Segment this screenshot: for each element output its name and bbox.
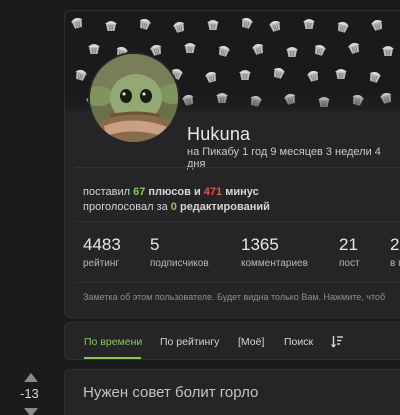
muffin-pattern-icon [273, 67, 286, 79]
minus-count: 471 [203, 186, 223, 198]
downvote-icon[interactable] [24, 404, 38, 415]
muffin-pattern-icon [306, 70, 319, 82]
muffin-pattern-icon [139, 18, 152, 30]
muffin-pattern-icon [184, 43, 196, 53]
muffin-pattern-icon [251, 43, 264, 55]
activity-votes-line: поставил 67 плюсов и 471 минус [83, 185, 270, 200]
divider [75, 282, 400, 283]
stat-label: в го [390, 258, 400, 269]
muffin-pattern-icon [303, 19, 315, 29]
stat-rating[interactable]: 4483 рейтинг [83, 235, 121, 269]
muffin-pattern-icon [335, 69, 347, 79]
muffin-pattern-icon [370, 19, 383, 31]
muffin-pattern-icon [218, 45, 231, 57]
stat-label: пост [339, 258, 360, 269]
muffin-pattern-icon [70, 17, 83, 29]
muffin-pattern-icon [239, 70, 251, 80]
profile-page: Hukuna на Пикабу 1 год 9 месяцев 3 недел… [0, 0, 400, 415]
activity-text: проголосовал за [83, 201, 168, 213]
activity-text: поставил [83, 186, 131, 198]
tab-search[interactable]: Поиск [284, 336, 313, 348]
muffin-pattern-icon [172, 21, 185, 33]
muffin-pattern-icon [268, 20, 281, 32]
muffin-pattern-icon [382, 46, 394, 56]
stat-value: 2 [390, 235, 400, 254]
muffin-pattern-icon [314, 44, 327, 56]
post-card: Нужен совет болит горло [64, 369, 400, 415]
stat-hot[interactable]: 2 в го [390, 235, 400, 269]
stat-subscribers[interactable]: 5 подписчиков [150, 235, 209, 269]
tab-mine[interactable]: [Моё] [238, 336, 264, 348]
muffin-pattern-icon [337, 21, 350, 33]
sort-descending-icon[interactable] [331, 335, 343, 353]
muffin-pattern-icon [105, 21, 117, 31]
minus-label: минус [225, 186, 259, 198]
stat-label: комментариев [241, 258, 308, 269]
muffin-pattern-icon [88, 44, 100, 54]
stat-value: 5 [150, 235, 160, 254]
tab-by-rating[interactable]: По рейтингу [160, 336, 219, 348]
and-word: и [193, 186, 201, 198]
muffin-pattern-icon [369, 71, 382, 83]
muffin-pattern-icon [241, 17, 254, 29]
post-title[interactable]: Нужен совет болит горло [83, 384, 258, 401]
stat-value: 4483 [83, 235, 121, 254]
profile-username: Hukuna [187, 124, 251, 144]
muffin-pattern-icon [204, 71, 217, 83]
activity-edits-line: проголосовал за 0 редактирований [83, 200, 270, 215]
stat-value: 1365 [241, 235, 279, 254]
plus-label: плюсов [148, 186, 191, 198]
tab-by-time[interactable]: По времени [84, 336, 142, 348]
muffin-pattern-icon [286, 47, 298, 57]
active-tab-indicator [84, 357, 141, 359]
muffin-pattern-icon [207, 20, 219, 30]
divider [75, 221, 400, 222]
plus-count: 67 [133, 186, 146, 198]
user-note-field[interactable]: Заметка об этом пользователе. Будет видн… [83, 292, 385, 302]
divider [75, 167, 400, 168]
upvote-icon[interactable] [24, 369, 38, 387]
stat-posts[interactable]: 21 пост [339, 235, 360, 269]
stat-label: рейтинг [83, 258, 120, 269]
post-rating: -13 [20, 386, 39, 401]
avatar[interactable] [88, 52, 180, 144]
profile-activity: поставил 67 плюсов и 471 минус проголосо… [83, 185, 270, 215]
stat-value: 21 [339, 235, 358, 254]
edits-label: редактирований [179, 201, 270, 213]
muffin-pattern-icon [347, 42, 360, 54]
muffin-pattern-icon [75, 69, 88, 81]
stat-label: подписчиков [150, 258, 209, 269]
stat-comments[interactable]: 1365 комментариев [241, 235, 308, 269]
sort-bar: По времени По рейтингу [Моё] Поиск [64, 322, 400, 360]
edits-count: 0 [170, 201, 177, 213]
